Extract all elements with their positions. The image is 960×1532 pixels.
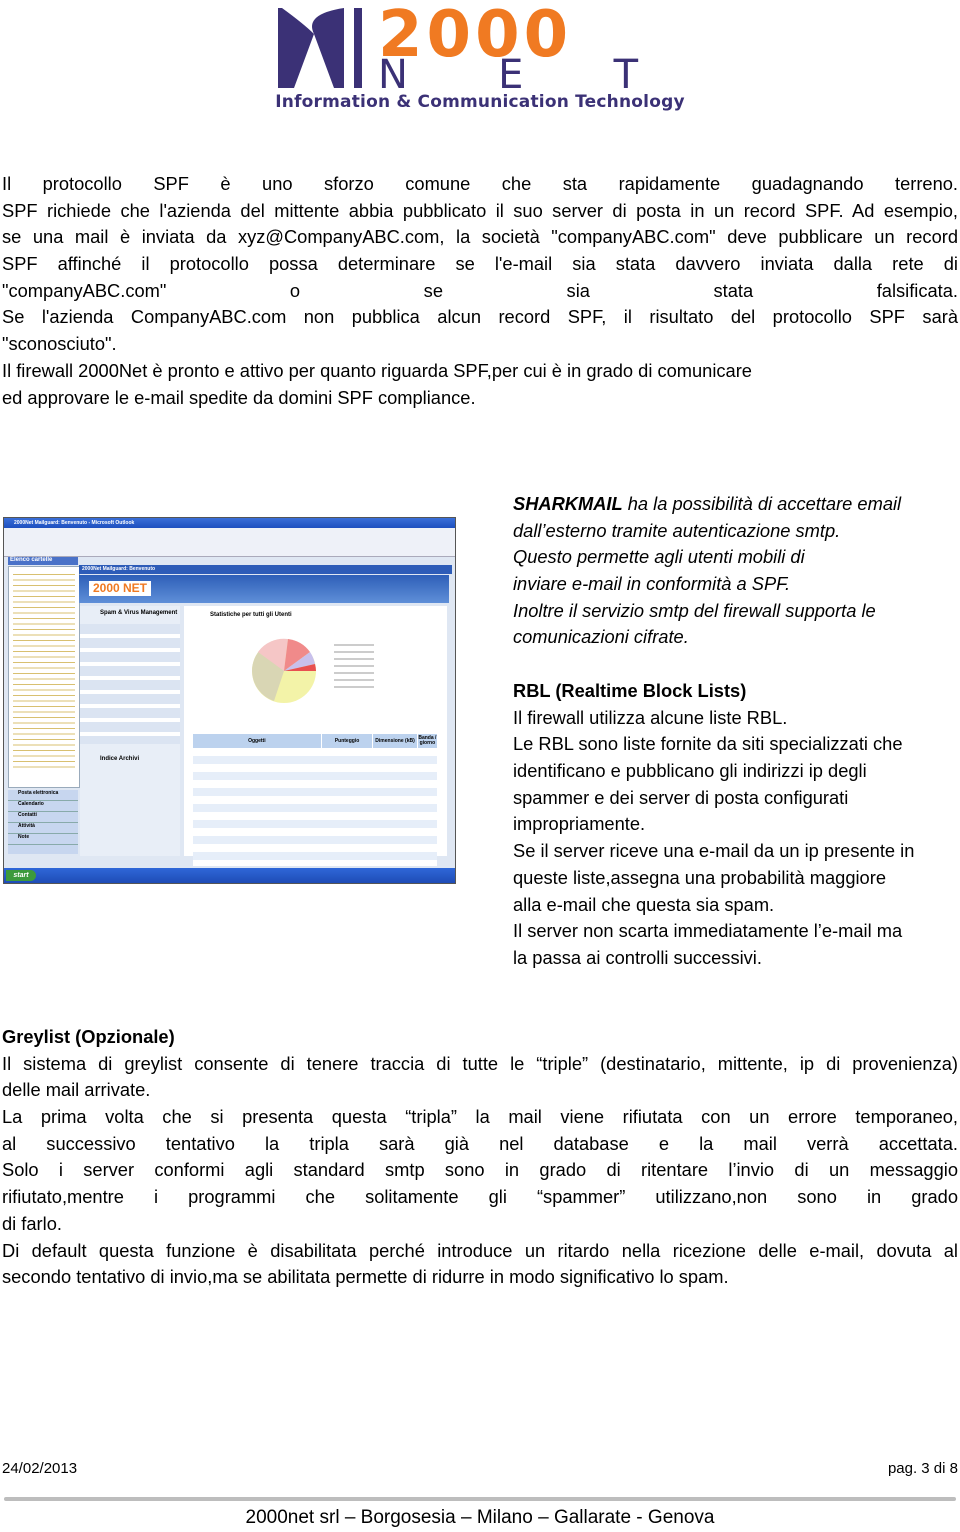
folder-pane-title: Elenco cartelle [8, 557, 78, 565]
content-title: 2000Net Mailguard: Benvenuto [79, 565, 452, 574]
section-heading: Greylist (Opzionale) [2, 1026, 175, 1047]
spam-panel-title: Spam & Virus Management [100, 610, 178, 616]
text-line: Solo i server conformi agli standard smt… [2, 1159, 958, 1181]
text-line: Il server non scarta immediatamente l’e-… [513, 920, 903, 942]
nav-item[interactable]: Note [8, 834, 78, 845]
rbl-section: RBL (Realtime Block Lists) Il firewall u… [513, 678, 958, 972]
text-line: delle mail arrivate. [2, 1079, 151, 1101]
nav-item[interactable]: Attività [8, 823, 78, 834]
text-line: Il protocollo SPF è uno sforzo comune ch… [2, 173, 958, 194]
toolbar [4, 528, 455, 557]
text-line: di farlo. [2, 1212, 62, 1234]
svg-text:NET: NET [378, 52, 678, 92]
text-line: Se il server riceve una e-mail da un ip … [513, 840, 915, 862]
nav-item[interactable]: Calendario [8, 801, 78, 812]
nav-pane: Posta elettronica Calendario Contatti At… [8, 790, 78, 854]
outlook-screenshot: 2000Net Mailguard: Benvenuto - Microsoft… [3, 517, 456, 884]
text-line: Di default questa funzione è disabilitat… [2, 1239, 958, 1261]
text-line: queste liste,assegna una probabilità mag… [513, 866, 886, 888]
text-line: "sconosciuto". [2, 333, 117, 355]
logo-graphic: 2000 NET [278, 0, 678, 98]
folder-tree [8, 566, 80, 788]
text-line: ha la possibilità di accettare email [622, 493, 902, 514]
text-line: SPF affinché il protocollo possa determi… [2, 253, 958, 275]
text-line: Il firewall 2000Net è pronto e attivo pe… [2, 359, 752, 381]
text-line: impropriamente. [513, 813, 646, 835]
stats-table-header: Oggetti Punteggio Dimensione (kB) Banda … [193, 734, 437, 748]
stats-title: Statistiche per tutti gli Utenti [210, 612, 292, 618]
text-line: Il sistema di greylist consente di tener… [2, 1052, 958, 1074]
archive-title: Indice Archivi [100, 756, 140, 762]
text-line: La prima volta che si presenta questa “t… [2, 1106, 958, 1128]
text-line: spammer e dei server di posta configurat… [513, 786, 849, 808]
header-banda: Banda / giorno [418, 735, 437, 746]
taskbar: start [4, 868, 455, 883]
text-line: Inoltre il servizio smtp del firewall su… [513, 599, 876, 621]
footer-company: 2000net srl – Borgosesia – Milano – Gall… [245, 1507, 715, 1528]
text-line: Se l'azienda CompanyABC.com non pubblica… [2, 306, 958, 328]
footer-divider [4, 1497, 956, 1501]
company-logo: 2000 NET Information & Communication Tec… [274, 0, 686, 116]
footer-date: 24/02/2013 [2, 1460, 78, 1477]
text-line: ed approvare le e-mail spedite da domini… [2, 386, 476, 408]
text-line: comunicazioni cifrate. [513, 626, 689, 648]
text-line: al successivo tentativo la tripla sarà g… [2, 1132, 958, 1154]
start-button: start [6, 870, 36, 881]
text-line: Le RBL sono liste fornite da siti specia… [513, 733, 903, 755]
text-line: se una mail è inviata da xyz@CompanyABC.… [2, 226, 958, 248]
banner-logo: 2000 NET [89, 581, 151, 596]
sharkmail-brand: SHARKMAIL [513, 493, 623, 514]
text-line: Il firewall utilizza alcune liste RBL. [513, 706, 788, 728]
nav-item[interactable]: Contatti [8, 812, 78, 823]
stats-table-body [193, 748, 437, 866]
stats-panel: Statistiche per tutti gli Utenti Oggetti… [184, 606, 447, 866]
greylist-section: Greylist (Opzionale) Il sistema di greyl… [2, 1024, 958, 1291]
text-line: alla e-mail che questa sia spam. [513, 893, 775, 915]
text-line: SPF richiede che l'azienda del mittente … [2, 199, 958, 221]
content-banner: 2000 NET [79, 575, 449, 603]
header-dimensione: Dimensione (kB) [373, 734, 418, 748]
text-line: la passa ai controlli successivi. [513, 946, 762, 968]
header-punteggio: Punteggio [322, 734, 374, 748]
text-line: secondo tentativo di invio,ma se abilita… [2, 1266, 729, 1288]
text-line: Questo permette agli utenti mobili di [513, 546, 805, 568]
logo-tagline: Information & Communication Technology [275, 92, 685, 112]
text-line: "companyABC.com" o se sia stata falsific… [2, 279, 958, 301]
section-heading: RBL (Realtime Block Lists) [513, 680, 747, 701]
text-line: inviare e-mail in conformità a SPF. [513, 573, 791, 595]
window-titlebar: 2000Net Mailguard: Benvenuto - Microsoft… [4, 518, 455, 528]
nav-item[interactable]: Posta elettronica [8, 790, 78, 801]
text-line: rifiutato,mentre i programmi che solitam… [2, 1186, 958, 1208]
spam-menu: Spam & Virus Management Indice Archivi [80, 606, 180, 856]
page-number: pag. 3 di 8 [887, 1460, 958, 1477]
text-line: dall’esterno tramite autenticazione smtp… [513, 519, 841, 541]
sharkmail-paragraph: SHARKMAIL ha la possibilità di accettare… [513, 491, 958, 651]
stats-table: Oggetti Punteggio Dimensione (kB) Banda … [193, 734, 437, 866]
stats-pie [252, 638, 374, 703]
header-oggetti: Oggetti [193, 734, 322, 748]
text-line: identificano e pubblicano gli indirizzi … [513, 760, 867, 782]
intro-paragraph: Il protocollo SPF è uno sforzo comune ch… [2, 171, 958, 411]
